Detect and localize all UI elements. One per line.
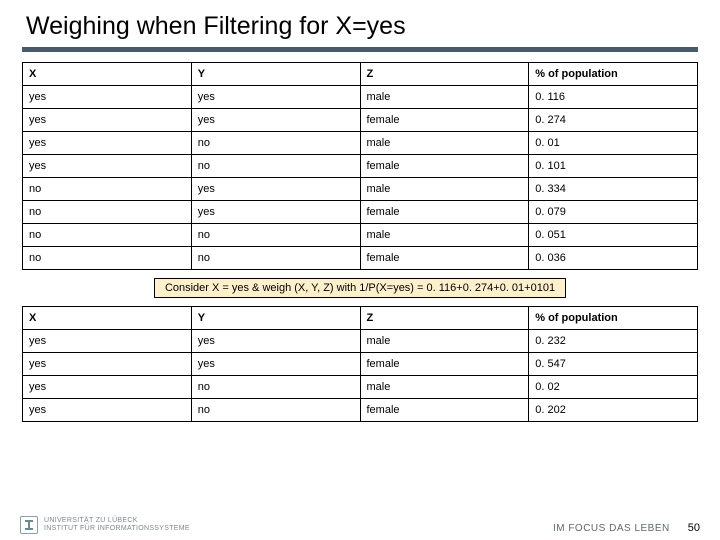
institution-line1: UNIVERSITÄT ZU LÜBECK [44,517,138,524]
note-wrap: Consider X = yes & weigh (X, Y, Z) with … [22,278,698,298]
col-x: X [23,307,192,330]
table-row: yesnofemale0. 101 [23,155,698,178]
cell: yes [191,178,360,201]
footer-right-group: IM FOCUS DAS LEBEN 50 [553,522,700,534]
table-row: yesyesmale0. 116 [23,86,698,109]
cell: no [23,247,192,270]
cell: yes [23,86,192,109]
cell: male [360,376,529,399]
cell: male [360,330,529,353]
col-z: Z [360,307,529,330]
weighting-note: Consider X = yes & weigh (X, Y, Z) with … [154,278,566,298]
table-row: yesnomale0. 01 [23,132,698,155]
cell: 0. 036 [529,247,698,270]
cell: 0. 274 [529,109,698,132]
cell: female [360,155,529,178]
cell: yes [23,353,192,376]
institution-text: UNIVERSITÄT ZU LÜBECK INSTITUT FÜR INFOR… [44,517,190,532]
table-row: nonomale0. 051 [23,224,698,247]
footer-left: UNIVERSITÄT ZU LÜBECK INSTITUT FÜR INFOR… [20,516,190,534]
cell: yes [191,330,360,353]
cell: 0. 334 [529,178,698,201]
cell: no [23,178,192,201]
cell: no [191,247,360,270]
cell: male [360,132,529,155]
col-y: Y [191,307,360,330]
table-row: yesyesfemale0. 274 [23,109,698,132]
col-x: X [23,63,192,86]
table-row: yesnomale0. 02 [23,376,698,399]
cell: 0. 116 [529,86,698,109]
table-full-distribution: X Y Z % of population yesyesmale0. 116 y… [22,62,698,270]
cell: yes [191,353,360,376]
title-rule [22,47,698,52]
cell: 0. 051 [529,224,698,247]
cell: yes [23,330,192,353]
table-header-row: X Y Z % of population [23,307,698,330]
cell: yes [191,86,360,109]
cell: male [360,224,529,247]
cell: no [191,155,360,178]
cell: 0. 02 [529,376,698,399]
cell: 0. 202 [529,399,698,422]
cell: 0. 232 [529,330,698,353]
cell: no [191,376,360,399]
cell: female [360,353,529,376]
page-number: 50 [688,522,700,534]
cell: no [191,224,360,247]
cell: no [23,224,192,247]
table-row: yesyesfemale0. 547 [23,353,698,376]
col-pct: % of population [529,307,698,330]
cell: yes [23,399,192,422]
cell: 0. 547 [529,353,698,376]
table-row: nonofemale0. 036 [23,247,698,270]
cell: female [360,109,529,132]
table-row: yesyesmale0. 232 [23,330,698,353]
slide-title: Weighing when Filtering for X=yes [22,12,698,41]
slide: Weighing when Filtering for X=yes X Y Z … [0,0,720,540]
col-z: Z [360,63,529,86]
cell: female [360,399,529,422]
cell: 0. 101 [529,155,698,178]
cell: no [191,399,360,422]
table-row: yesnofemale0. 202 [23,399,698,422]
cell: yes [191,109,360,132]
col-pct: % of population [529,63,698,86]
col-y: Y [191,63,360,86]
cell: female [360,201,529,224]
cell: no [191,132,360,155]
cell: no [23,201,192,224]
footer-tagline: IM FOCUS DAS LEBEN [553,523,670,534]
cell: yes [23,109,192,132]
table-row: noyesfemale0. 079 [23,201,698,224]
table-header-row: X Y Z % of population [23,63,698,86]
table-row: noyesmale0. 334 [23,178,698,201]
cell: 0. 01 [529,132,698,155]
cell: female [360,247,529,270]
university-logo-icon [20,516,38,534]
cell: yes [191,201,360,224]
cell: yes [23,155,192,178]
cell: 0. 079 [529,201,698,224]
cell: yes [23,376,192,399]
institution-line2: INSTITUT FÜR INFORMATIONSSYSTEME [44,525,190,532]
table-filtered-distribution: X Y Z % of population yesyesmale0. 232 y… [22,306,698,422]
footer: UNIVERSITÄT ZU LÜBECK INSTITUT FÜR INFOR… [0,516,720,534]
cell: yes [23,132,192,155]
cell: male [360,178,529,201]
cell: male [360,86,529,109]
